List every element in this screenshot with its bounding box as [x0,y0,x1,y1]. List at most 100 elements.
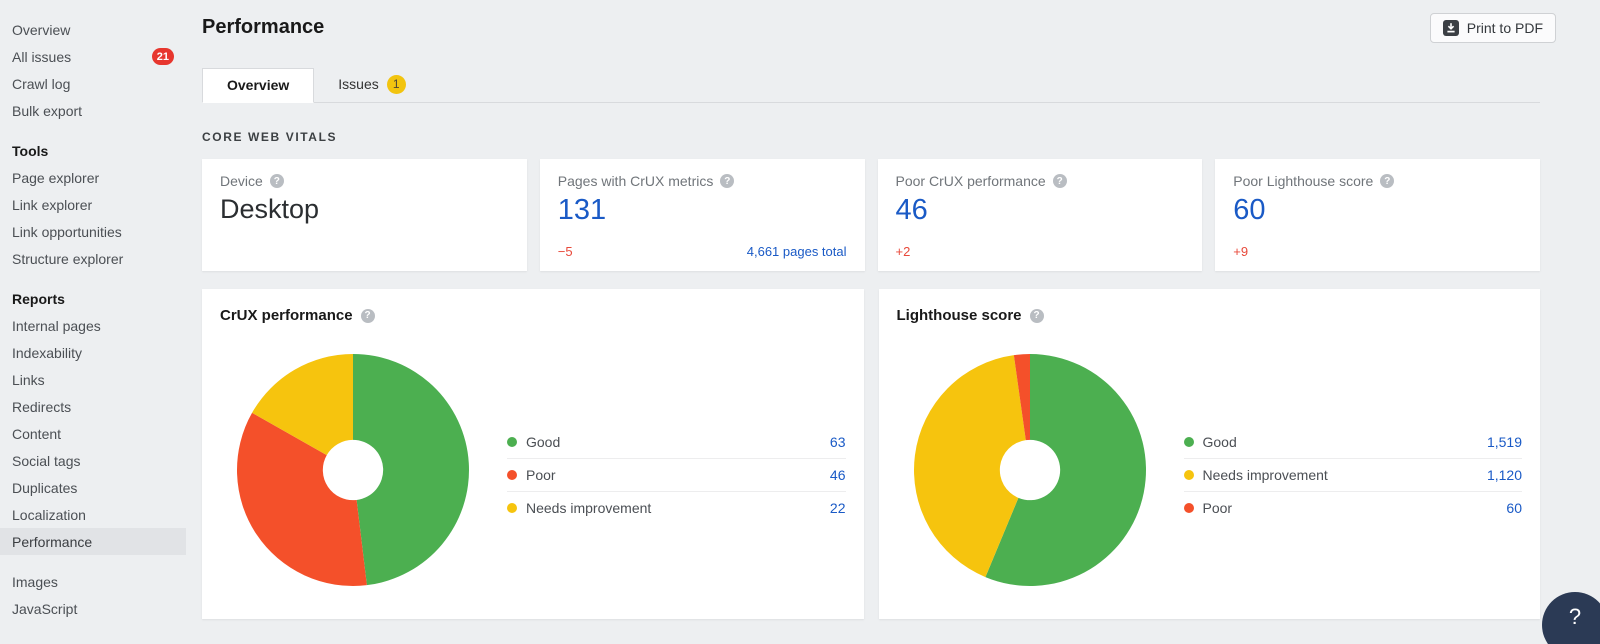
chart-title: Lighthouse score [897,307,1022,324]
print-to-pdf-button[interactable]: Print to PDF [1430,13,1556,43]
legend-value-good[interactable]: 1,519 [1487,434,1522,450]
legend-value-good[interactable]: 63 [830,434,846,450]
sidebar-item-structure-explorer[interactable]: Structure explorer [0,245,186,272]
sidebar-item-label: Performance [12,534,92,550]
legend-label: Needs improvement [526,500,651,516]
sidebar-item-links[interactable]: Links [0,366,186,393]
sidebar-item-page-explorer[interactable]: Page explorer [0,164,186,191]
legend-row-good: Good 1,519 [1184,425,1523,458]
legend-value-poor[interactable]: 60 [1506,500,1522,516]
legend-value-poor[interactable]: 46 [830,467,846,483]
sidebar-item-duplicates[interactable]: Duplicates [0,474,186,501]
poor-lighthouse-delta: +9 [1233,244,1248,259]
poor-crux-delta: +2 [896,244,911,259]
sidebar-item-label: Localization [12,507,86,523]
tab-issues[interactable]: Issues 1 [314,67,429,102]
sidebar-item-internal-pages[interactable]: Internal pages [0,312,186,339]
tab-overview[interactable]: Overview [202,68,314,103]
pages-total-link[interactable]: 4,661 pages total [747,244,847,259]
sidebar-item-link-explorer[interactable]: Link explorer [0,191,186,218]
sidebar-item-label: Social tags [12,453,80,469]
sidebar-item-crawl-log[interactable]: Crawl log [0,70,186,97]
help-icon[interactable]: ? [1030,309,1044,323]
metric-label: Poor Lighthouse score [1233,173,1373,189]
page-title: Performance [202,16,1556,39]
sidebar-item-label: Duplicates [12,480,77,496]
sidebar: Overview All issues 21 Crawl log Bulk ex… [0,0,186,622]
print-to-pdf-label: Print to PDF [1467,20,1543,36]
legend-label: Poor [1203,500,1233,516]
pages-with-crux-value[interactable]: 131 [558,194,847,227]
sidebar-item-social-tags[interactable]: Social tags [0,447,186,474]
pages-with-crux-delta: −5 [558,244,573,259]
metric-label: Poor CrUX performance [896,173,1046,189]
sidebar-item-localization[interactable]: Localization [0,501,186,528]
needs-improvement-dot-icon [507,503,517,513]
device-value: Desktop [220,194,509,225]
poor-lighthouse-value[interactable]: 60 [1233,194,1522,227]
sidebar-item-label: Crawl log [12,76,70,92]
legend-row-good: Good 63 [507,425,846,458]
lighthouse-score-card: Lighthouse score ? Good 1,519 Needs impr… [879,289,1541,619]
needs-improvement-dot-icon [1184,470,1194,480]
sidebar-section-tools: Tools [0,137,186,164]
crux-donut-chart[interactable] [232,349,474,591]
sidebar-item-label: Content [12,426,61,442]
all-issues-count-badge: 21 [152,48,174,65]
sidebar-item-all-issues[interactable]: All issues 21 [0,43,186,70]
sidebar-item-label: All issues [12,49,71,65]
poor-lighthouse-score-card: Poor Lighthouse score ? 60 +9 [1215,159,1540,271]
print-pdf-icon [1443,20,1459,36]
device-card: Device ? Desktop [202,159,527,271]
sidebar-item-label: Overview [12,22,70,38]
tab-label: Overview [227,68,289,103]
legend-label: Needs improvement [1203,467,1328,483]
donut-slice-good[interactable] [353,354,469,585]
sidebar-item-label: Redirects [12,399,71,415]
crux-legend: Good 63 Poor 46 Needs improvement 22 [507,425,846,524]
site-audit-performance-page: Overview All issues 21 Crawl log Bulk ex… [0,0,1600,644]
legend-row-needs-improvement: Needs improvement 22 [507,491,846,524]
chart-cards-row: CrUX performance ? Good 63 Poor 46 [202,289,1540,619]
good-dot-icon [507,437,517,447]
legend-row-needs-improvement: Needs improvement 1,120 [1184,458,1523,491]
sidebar-item-javascript[interactable]: JavaScript [0,595,186,622]
sidebar-item-overview[interactable]: Overview [0,16,186,43]
sidebar-item-images[interactable]: Images [0,568,186,595]
pages-with-crux-metrics-card: Pages with CrUX metrics ? 131 −5 4,661 p… [540,159,865,271]
metric-cards-row: Device ? Desktop Pages with CrUX metrics… [202,159,1540,271]
help-icon[interactable]: ? [270,174,284,188]
legend-label: Good [1203,434,1237,450]
lighthouse-donut-chart[interactable] [909,349,1151,591]
sidebar-item-redirects[interactable]: Redirects [0,393,186,420]
sidebar-item-content[interactable]: Content [0,420,186,447]
metric-label: Device [220,173,263,189]
legend-value-needs-improvement[interactable]: 1,120 [1487,467,1522,483]
sidebar-item-label: JavaScript [12,601,77,617]
sidebar-item-link-opportunities[interactable]: Link opportunities [0,218,186,245]
help-icon[interactable]: ? [720,174,734,188]
chart-title: CrUX performance [220,307,353,324]
question-mark-icon: ? [1569,604,1581,630]
sidebar-item-label: Page explorer [12,170,99,186]
poor-crux-value[interactable]: 46 [896,194,1185,227]
tab-label: Issues [338,67,378,102]
crux-performance-card: CrUX performance ? Good 63 Poor 46 [202,289,864,619]
sidebar-item-label: Bulk export [12,103,82,119]
tab-bar: Overview Issues 1 [202,67,1540,103]
legend-value-needs-improvement[interactable]: 22 [830,500,846,516]
sidebar-item-label: Indexability [12,345,82,361]
sidebar-item-label: Link explorer [12,197,92,213]
sidebar-item-performance[interactable]: Performance [0,528,186,555]
help-icon[interactable]: ? [1053,174,1067,188]
legend-row-poor: Poor 60 [1184,491,1523,524]
poor-dot-icon [1184,503,1194,513]
metric-label: Pages with CrUX metrics [558,173,714,189]
issues-count-badge: 1 [387,75,406,94]
good-dot-icon [1184,437,1194,447]
help-icon[interactable]: ? [361,309,375,323]
sidebar-item-bulk-export[interactable]: Bulk export [0,97,186,124]
help-icon[interactable]: ? [1380,174,1394,188]
sidebar-item-label: Links [12,372,45,388]
sidebar-item-indexability[interactable]: Indexability [0,339,186,366]
